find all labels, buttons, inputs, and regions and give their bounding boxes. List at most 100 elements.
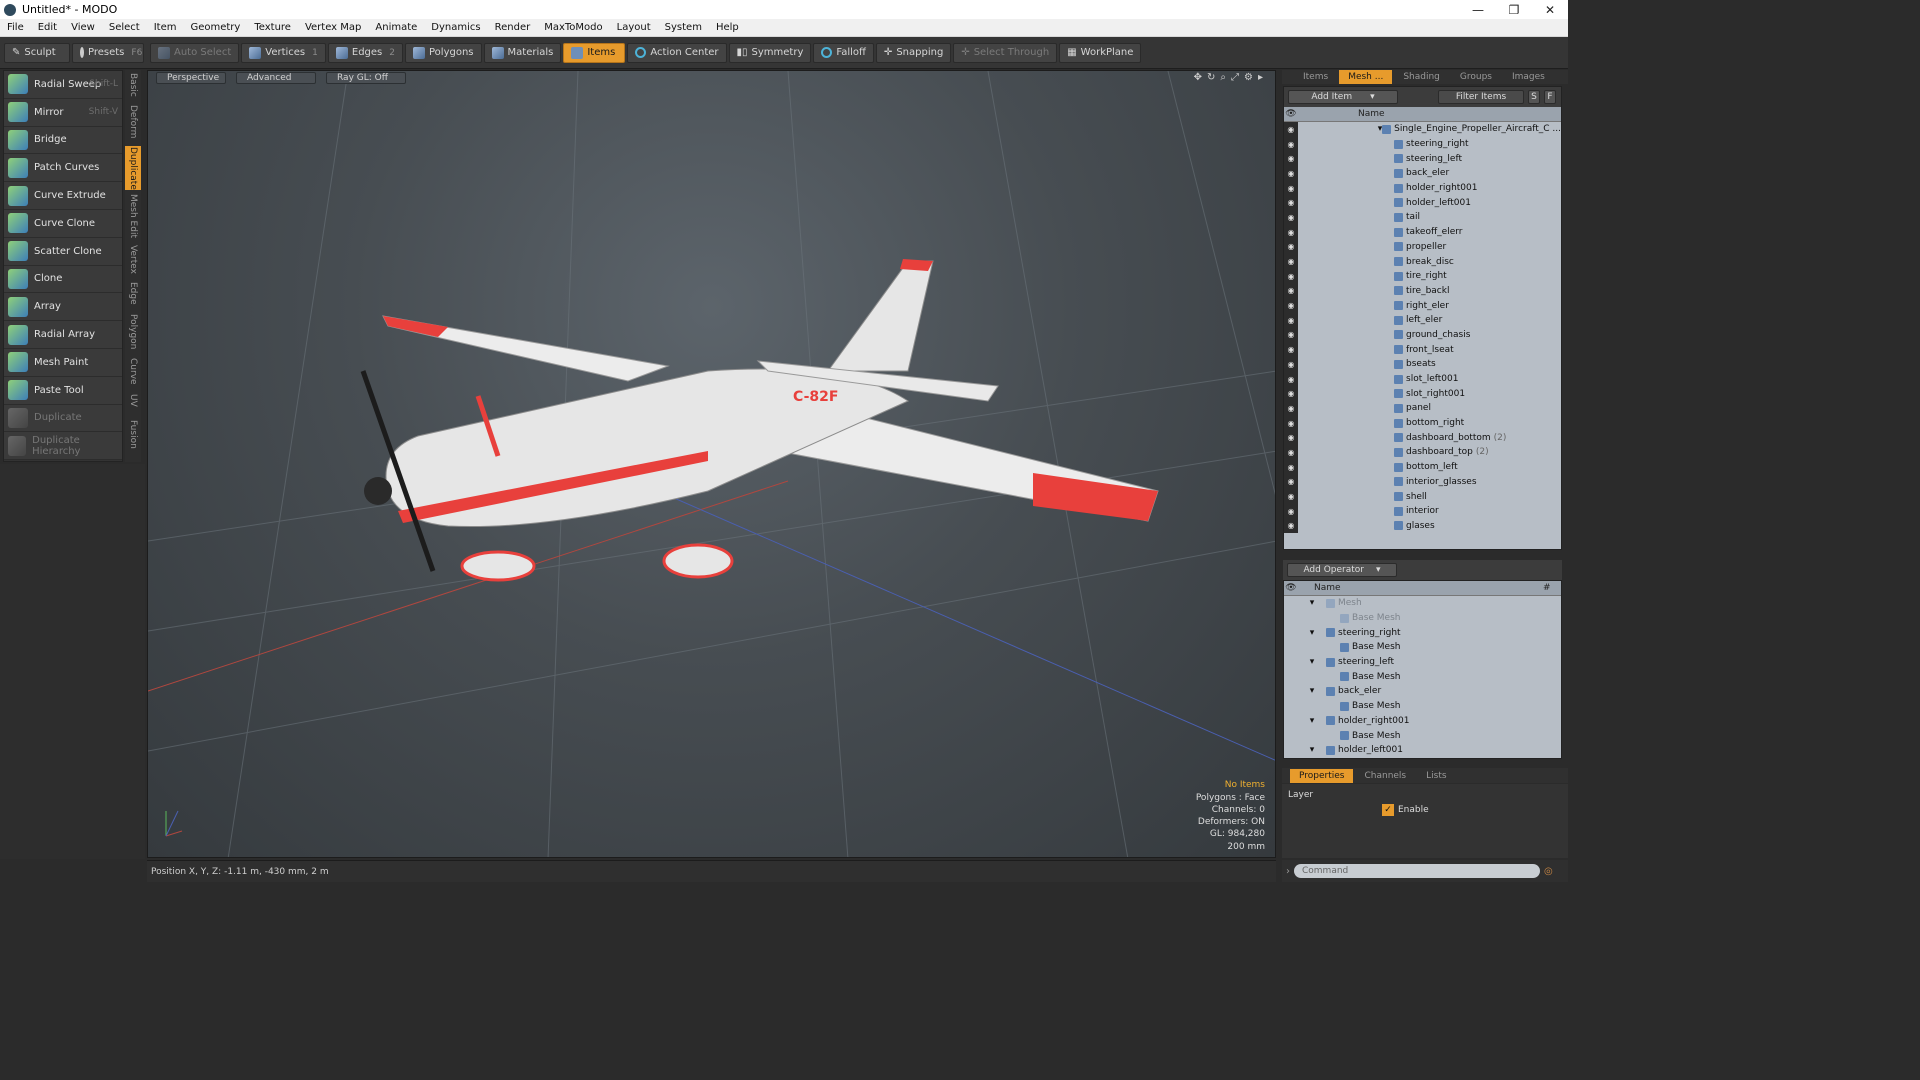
item-row[interactable]: ◉ ground_chasis xyxy=(1284,327,1561,343)
vtab-duplicate[interactable]: Duplicate xyxy=(125,146,141,190)
viewport-settings-icon[interactable]: ⚙ xyxy=(1244,72,1253,83)
item-row[interactable]: ◉ bseats xyxy=(1284,357,1561,372)
sculpt-button[interactable]: ✎ Sculpt xyxy=(4,42,70,63)
eye-icon[interactable]: ◉ xyxy=(1284,357,1298,372)
eye-icon[interactable]: ◉ xyxy=(1284,489,1298,504)
menu-help[interactable]: Help xyxy=(709,22,746,33)
zoom-icon[interactable]: ⌕ xyxy=(1220,72,1226,83)
edges-button[interactable]: Edges 2 xyxy=(327,42,403,63)
eye-icon[interactable]: ◉ xyxy=(1284,166,1298,181)
menu-vertex-map[interactable]: Vertex Map xyxy=(298,22,368,33)
operator-row[interactable]: Base Mesh xyxy=(1284,669,1561,685)
pan-icon[interactable]: ✥ xyxy=(1194,72,1202,83)
eye-icon[interactable]: ◉ xyxy=(1284,401,1298,416)
operator-row[interactable]: ▾ back_eler xyxy=(1284,684,1561,699)
eye-icon[interactable]: ◉ xyxy=(1284,122,1298,137)
symmetry-button[interactable]: ▮▯ Symmetry xyxy=(728,42,812,63)
item-row[interactable]: ◉ back_eler xyxy=(1284,166,1561,181)
menu-maxtomodo[interactable]: MaxToModo xyxy=(537,22,609,33)
filter-s-button[interactable]: S xyxy=(1528,90,1540,104)
eye-icon[interactable]: ◉ xyxy=(1284,283,1298,299)
snapping-button[interactable]: ✛ Snapping xyxy=(875,42,952,63)
item-row[interactable]: ◉ dashboard_bottom (2) xyxy=(1284,430,1561,446)
tool-clone[interactable]: Clone xyxy=(4,265,122,294)
operator-row[interactable]: ▾ Mesh xyxy=(1284,596,1561,611)
eye-icon[interactable]: ◉ xyxy=(1284,312,1298,328)
eye-icon[interactable]: ◉ xyxy=(1284,474,1298,490)
falloff-button[interactable]: Falloff xyxy=(813,42,874,63)
menu-file[interactable]: File xyxy=(0,22,31,33)
tool-bridge[interactable]: Bridge xyxy=(4,126,122,155)
command-record-icon[interactable]: ◎ xyxy=(1544,866,1553,877)
eye-icon[interactable]: ◉ xyxy=(1284,239,1298,255)
item-row[interactable]: ◉ dashboard_top (2) xyxy=(1284,445,1561,460)
menu-view[interactable]: View xyxy=(64,22,102,33)
vtab-deform[interactable]: Deform xyxy=(125,102,141,142)
add-operator-button[interactable]: Add Operator ▾ xyxy=(1287,563,1397,577)
eye-icon[interactable]: ◉ xyxy=(1284,415,1298,431)
tool-radial-sweep[interactable]: Radial Sweep Shift-L xyxy=(4,71,122,99)
tab-mesh[interactable]: Mesh ... xyxy=(1339,70,1393,84)
menu-edit[interactable]: Edit xyxy=(31,22,64,33)
item-row[interactable]: ◉ left_eler xyxy=(1284,312,1561,328)
advanced-button[interactable]: Advanced xyxy=(236,72,316,84)
operator-row[interactable]: Base Mesh xyxy=(1284,640,1561,655)
menu-system[interactable]: System xyxy=(658,22,709,33)
menu-dynamics[interactable]: Dynamics xyxy=(424,22,487,33)
3d-viewport[interactable]: C-82F Perspective Advanced Ray GL: Off ✥… xyxy=(147,70,1276,858)
eye-icon[interactable]: ◉ xyxy=(1284,180,1298,196)
item-row[interactable]: ◉ propeller xyxy=(1284,239,1561,255)
eye-icon[interactable]: ◉ xyxy=(1284,298,1298,313)
rotate-icon[interactable]: ↻ xyxy=(1207,72,1215,83)
item-row[interactable]: ◉ front_lseat xyxy=(1284,342,1561,357)
item-row[interactable]: ◉ slot_left001 xyxy=(1284,371,1561,387)
menu-item[interactable]: Item xyxy=(147,22,184,33)
filter-f-button[interactable]: F xyxy=(1544,90,1556,104)
item-row[interactable]: ◉ shell xyxy=(1284,489,1561,504)
menu-texture[interactable]: Texture xyxy=(247,22,298,33)
presets-button[interactable]: Presets F6 xyxy=(72,42,144,63)
tool-duplicate-hierarchy[interactable]: Duplicate Hierarchy xyxy=(4,432,122,461)
operator-row[interactable]: Base Mesh xyxy=(1284,610,1561,626)
eye-icon[interactable]: ◉ xyxy=(1284,327,1298,343)
vtab-vertex[interactable]: Vertex xyxy=(125,242,141,276)
item-row[interactable]: ◉ tail xyxy=(1284,210,1561,225)
item-row[interactable]: ◉ tire_right xyxy=(1284,268,1561,284)
vertices-button[interactable]: Vertices 1 xyxy=(241,42,326,63)
tool-radial-array[interactable]: Radial Array xyxy=(4,321,122,349)
eye-icon[interactable]: ◉ xyxy=(1284,151,1298,167)
maximize-button[interactable]: ❐ xyxy=(1496,3,1532,17)
tool-patch-curves[interactable]: Patch Curves xyxy=(4,154,122,183)
operator-row[interactable]: ▾ holder_right001 xyxy=(1284,713,1561,729)
tool-mirror[interactable]: Mirror Shift-V xyxy=(4,98,122,127)
vtab-fusion[interactable]: Fusion xyxy=(125,416,141,452)
eye-icon[interactable]: ◉ xyxy=(1284,459,1298,475)
tab-images[interactable]: Images xyxy=(1503,70,1554,84)
vtab-basic[interactable]: Basic xyxy=(125,72,141,98)
tool-scatter-clone[interactable]: Scatter Clone xyxy=(4,237,122,266)
tab-lists[interactable]: Lists xyxy=(1417,769,1455,783)
eye-icon[interactable]: ◉ xyxy=(1284,342,1298,357)
auto-select-button[interactable]: Auto Select xyxy=(150,42,240,63)
eye-icon[interactable]: ◉ xyxy=(1284,445,1298,460)
items-button[interactable]: Items xyxy=(563,42,626,63)
item-row[interactable]: ◉ slot_right001 xyxy=(1284,386,1561,402)
menu-geometry[interactable]: Geometry xyxy=(183,22,247,33)
item-row[interactable]: ◉ right_eler xyxy=(1284,298,1561,313)
vtab-edge[interactable]: Edge xyxy=(125,280,141,306)
operator-row[interactable]: ▾ holder_left001 xyxy=(1284,742,1561,758)
operator-row[interactable]: Base Mesh xyxy=(1284,698,1561,714)
viewport-menu-icon[interactable]: ▸ xyxy=(1258,72,1263,83)
tool-curve-extrude[interactable]: Curve Extrude xyxy=(4,182,122,210)
menu-animate[interactable]: Animate xyxy=(368,22,424,33)
vtab-mesh-edit[interactable]: Mesh Edit xyxy=(125,194,141,238)
perspective-button[interactable]: Perspective xyxy=(156,72,226,84)
vtab-uv[interactable]: UV xyxy=(125,390,141,410)
operator-row[interactable]: ▾ steering_right xyxy=(1284,625,1561,641)
tab-items[interactable]: Items xyxy=(1294,70,1337,84)
vtab-curve[interactable]: Curve xyxy=(125,356,141,386)
item-row[interactable]: ◉ steering_left xyxy=(1284,151,1561,167)
operator-row[interactable]: ▾ steering_left xyxy=(1284,654,1561,670)
eye-icon[interactable]: ◉ xyxy=(1284,195,1298,211)
action-center-button[interactable]: Action Center xyxy=(627,42,727,63)
